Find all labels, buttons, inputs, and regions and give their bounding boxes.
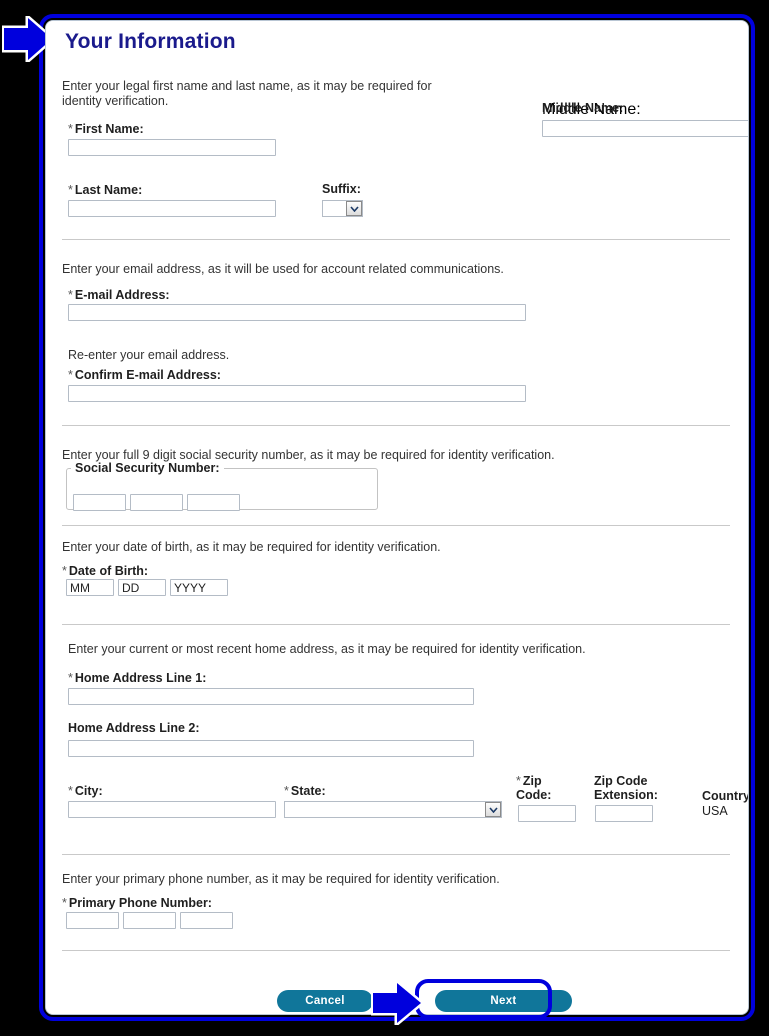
page-title: Your Information [65,30,236,53]
first-name-label-row: * First Name: [68,120,144,138]
phone-help-text: Enter your primary phone number, as it m… [62,872,500,886]
cancel-button[interactable]: Cancel [277,990,373,1012]
dob-help-text: Enter your date of birth, as it may be r… [62,540,441,554]
required-marker: * [68,122,73,136]
divider [62,239,730,240]
divider [62,525,730,526]
zip-extension-input[interactable] [595,805,653,822]
required-marker: * [68,288,73,302]
address-line1-input[interactable] [68,688,474,705]
email-help-text: Enter your email address, as it will be … [62,262,504,276]
address-help-text: Enter your current or most recent home a… [68,642,586,656]
email-label-row: * E-mail Address: [68,286,170,304]
screenshot-outer-frame: Your Information Enter your legal first … [0,0,769,1036]
dob-year-input[interactable] [170,579,228,596]
email-input[interactable] [68,304,526,321]
last-name-input[interactable] [68,200,276,217]
phone-label-row: * Primary Phone Number: [62,894,212,912]
required-marker: * [516,774,521,788]
last-name-label-row: * Last Name: [68,181,142,199]
confirm-email-label-row: * Confirm E-mail Address: [68,366,221,384]
confirm-email-help-text: Re-enter your email address. [68,348,230,362]
required-marker: * [68,368,73,382]
divider [62,425,730,426]
required-marker: * [68,671,73,685]
first-name-input[interactable] [68,139,276,156]
email-label: E-mail Address: [74,288,170,302]
state-select[interactable] [284,801,502,819]
form-dialog-panel: Your Information Enter your legal first … [45,20,749,1015]
ssn-part3-input[interactable] [187,494,240,511]
ssn-part2-input[interactable] [130,494,183,511]
divider [62,950,730,951]
required-marker: * [62,896,67,910]
country-label: Country: [702,789,749,803]
suffix-select[interactable] [322,200,363,218]
first-name-label: First Name: [74,122,144,136]
address-line2-label: Home Address Line 2: [68,721,200,735]
zip-code-label-row: * Zip Code: [516,774,576,802]
address-line1-label: Home Address Line 1: [74,671,207,685]
address-line1-label-row: * Home Address Line 1: [68,669,206,687]
required-marker: * [62,564,67,578]
phone-label: Primary Phone Number: [68,896,212,910]
zip-code-label: Zip Code: [516,774,552,802]
chevron-down-icon[interactable] [485,802,501,817]
middle-name-label-text: Middle Name: [542,101,624,115]
last-name-label: Last Name: [74,183,143,197]
dob-day-input[interactable] [118,579,166,596]
name-help-text: Enter your legal first name and last nam… [62,79,432,108]
dob-label: Date of Birth: [68,564,149,578]
confirm-email-label: Confirm E-mail Address: [74,368,221,382]
ssn-part1-input[interactable] [73,494,126,511]
confirm-email-input[interactable] [68,385,526,402]
zip-extension-label: Zip Code Extension: [594,774,658,802]
divider [62,624,730,625]
city-label-row: * City: [68,782,103,800]
address-line2-input[interactable] [68,740,474,757]
state-label: State: [290,784,326,798]
ssn-legend: Social Security Number: [75,461,220,475]
phone-part2-input[interactable] [123,912,176,929]
city-label: City: [74,784,103,798]
suffix-label: Suffix: [322,182,361,196]
next-button-highlight [415,979,552,1019]
zip-code-input[interactable] [518,805,576,822]
annotation-arrow-next-icon [371,981,423,1025]
divider [62,854,730,855]
middle-name-input[interactable] [542,120,748,137]
phone-part1-input[interactable] [66,912,119,929]
dob-label-row: * Date of Birth: [62,562,148,580]
required-marker: * [68,784,73,798]
phone-part3-input[interactable] [180,912,233,929]
section-email: Enter your email address, as it will be … [62,262,730,277]
state-label-row: * State: [284,782,326,800]
chevron-down-icon[interactable] [346,201,362,216]
country-value: USA [702,804,728,818]
required-marker: * [68,183,73,197]
ssn-fieldset: Social Security Number: [66,461,378,511]
city-input[interactable] [68,801,276,818]
dob-month-input[interactable] [66,579,114,596]
required-marker: * [284,784,289,798]
